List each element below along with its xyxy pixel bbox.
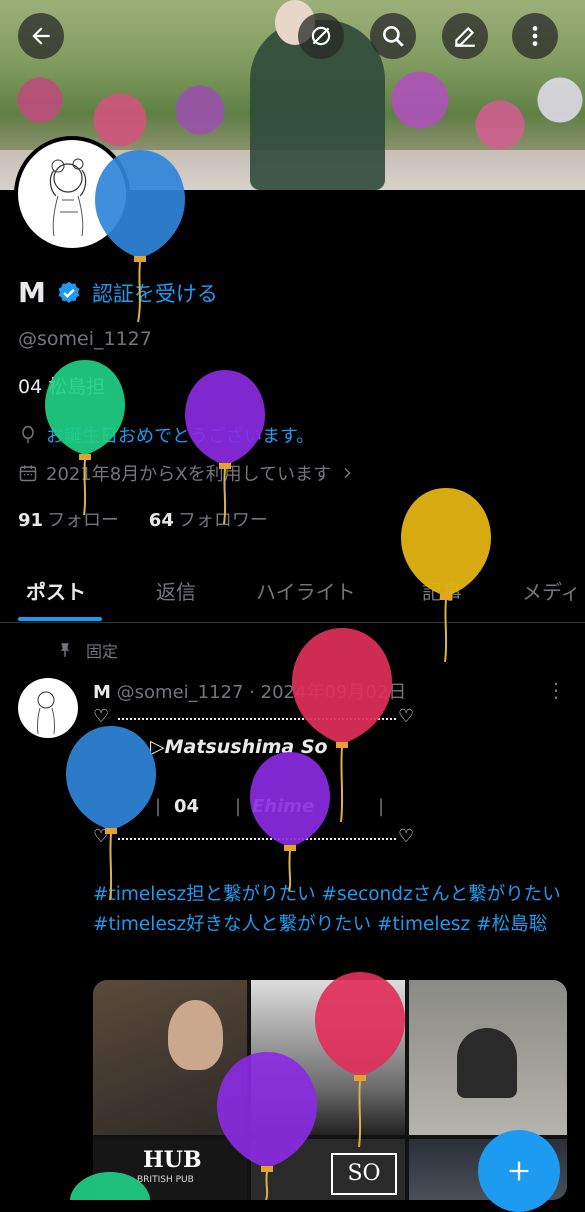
grok-icon [311, 26, 331, 46]
tab-highlights[interactable]: ハイライト [256, 576, 356, 605]
followers-link[interactable]: 64 フォロワー [149, 510, 268, 531]
grok-button[interactable] [298, 13, 344, 59]
following-link[interactable]: 91 フォロー [18, 510, 119, 531]
verified-badge-icon [58, 281, 80, 303]
post-more-icon[interactable]: ⋮ [546, 678, 566, 702]
edit-button[interactable] [442, 13, 488, 59]
post-header: M @somei_1127 · 2024年09月02日 [93, 678, 406, 704]
profile-bio: 04 松島担 [18, 376, 106, 398]
followers-label: フォロワー [177, 510, 268, 531]
deco-dotline-bottom [118, 838, 396, 840]
profile-avatar[interactable] [14, 136, 130, 252]
joined-text: 2021年8月からXを利用しています [46, 464, 332, 485]
media-hub-label: HUB [143, 1147, 202, 1173]
birthday-text[interactable]: お誕生日おめでとうございます。 [46, 422, 314, 448]
chevron-right-icon [344, 467, 351, 479]
media-photo-1[interactable] [93, 980, 247, 1135]
deco-sep-3: | [378, 796, 385, 817]
post-hashtags[interactable]: #timelesz担と繋がりたい #secondzさんと繋がりたい #timel… [93, 880, 573, 940]
post-avatar-sketch [36, 691, 56, 735]
deco-dotline-top [118, 718, 396, 720]
more-vertical-icon [532, 26, 538, 46]
display-name: M [18, 276, 46, 309]
following-count: 91 [18, 510, 44, 531]
search-icon [383, 26, 404, 47]
plus-icon [509, 1161, 529, 1181]
pencil-icon [455, 26, 475, 47]
active-tab-indicator [18, 617, 102, 621]
profile-handle: @somei_1127 [18, 328, 152, 350]
balloon-blue-2 [66, 726, 156, 901]
more-button[interactable] [512, 13, 558, 59]
get-verified-link[interactable]: 認証を受ける [92, 278, 218, 308]
back-button[interactable] [18, 13, 64, 59]
joined-row[interactable]: 2021年8月からXを利用しています [18, 460, 355, 486]
deco-num: 04 [174, 796, 200, 817]
deco-place: Ehime [252, 796, 315, 817]
birthday-row: お誕生日おめでとうございます。 [18, 422, 314, 448]
tab-replies[interactable]: 返信 [156, 576, 196, 605]
tab-media[interactable]: メディ [522, 576, 581, 605]
deco-heart-left-top: ♡ [93, 706, 110, 727]
media-so-label: SO [331, 1153, 397, 1195]
media-photo-3[interactable] [409, 980, 567, 1135]
calendar-icon [19, 465, 37, 482]
media-photo-4[interactable]: HUB BRITISH PUB [93, 1139, 247, 1200]
media-photo-3-figure [457, 1028, 517, 1098]
balloon-red-1 [292, 628, 392, 823]
media-hub-sub: BRITISH PUB [137, 1175, 194, 1185]
followers-count: 64 [148, 510, 174, 531]
post-avatar[interactable] [18, 678, 78, 738]
media-photo-5[interactable]: SO [251, 1139, 405, 1200]
search-button[interactable] [370, 13, 416, 59]
balloon-icon [22, 425, 34, 444]
tab-posts[interactable]: ポスト [26, 576, 86, 605]
deco-heart-right-bottom: ♡ [398, 826, 415, 847]
deco-heart-left-bottom: ♡ [93, 826, 110, 847]
profile-tabs: ポスト 返信 ハイライト 記事 メディ [0, 560, 585, 623]
post-author[interactable]: M [93, 682, 111, 703]
pinned-text: 固定 [86, 642, 119, 661]
deco-sep-1: | [155, 796, 162, 817]
profile-name-row: M 認証を受ける [18, 276, 218, 309]
post-handle-date[interactable]: @somei_1127 · 2024年09月02日 [117, 682, 407, 703]
deco-sep-2: | [235, 796, 242, 817]
pin-icon [60, 643, 70, 657]
media-photo-1-figure [168, 1000, 223, 1070]
following-label: フォロー [47, 510, 120, 531]
deco-title: ▷Matsushima So [150, 736, 328, 758]
follow-stats: 91 フォロー 64 フォロワー [18, 506, 268, 532]
balloon-purple-2 [250, 752, 330, 892]
avatar-sketch [49, 158, 87, 237]
media-photo-2[interactable] [251, 980, 405, 1135]
pinned-label-row: 固定 [56, 638, 118, 662]
arrow-left-icon [32, 27, 50, 45]
deco-heart-right-top: ♡ [398, 706, 415, 727]
tab-articles[interactable]: 記事 [422, 576, 462, 605]
